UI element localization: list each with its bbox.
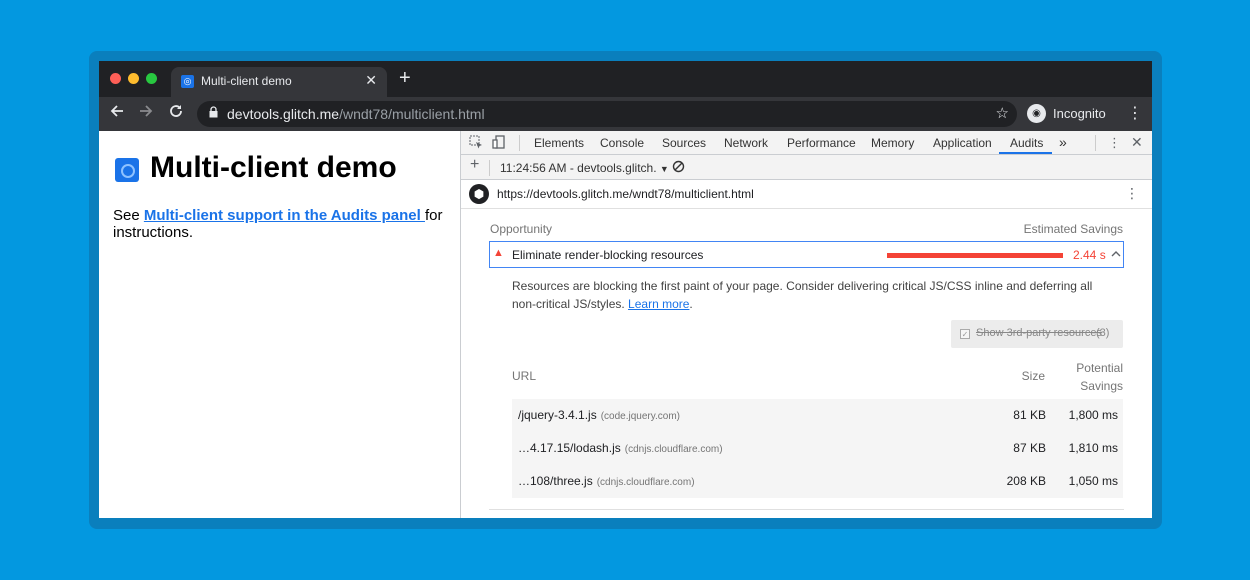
url-column-header: URL xyxy=(512,369,537,383)
browser-tab[interactable]: ◎ Multi-client demo ✕ xyxy=(171,67,387,97)
audit-summary-row[interactable]: ▲ Eliminate render-blocking resources 2.… xyxy=(489,241,1124,268)
third-party-filter[interactable]: ✓ Show 3rd-party resources (3) xyxy=(951,320,1123,348)
url-text[interactable]: devtools.glitch.me/wndt78/multiclient.ht… xyxy=(227,106,485,122)
third-party-label: Show 3rd-party resources xyxy=(976,327,1102,339)
toolbar-divider xyxy=(1095,135,1096,151)
devtools-panel: Elements Console Sources Network Perform… xyxy=(460,131,1152,518)
inspect-element-icon[interactable] xyxy=(469,135,483,152)
learn-more-link[interactable]: Learn more xyxy=(628,297,689,311)
table-row: /jquery-3.4.1.js (code.jquery.com) 81 KB … xyxy=(512,399,1123,432)
audit-description-end: . xyxy=(689,297,693,311)
instructions-prefix: See xyxy=(113,207,144,224)
opportunity-column-header: Opportunity xyxy=(490,222,553,236)
incognito-label[interactable]: Incognito xyxy=(1053,106,1106,121)
audits-help-link[interactable]: Multi-client support in the Audits panel xyxy=(144,207,425,224)
warning-triangle-icon: ▲ xyxy=(493,247,504,259)
bookmark-star-icon[interactable]: ☆ xyxy=(996,104,1009,122)
page-viewport: Multi-client demo See Multi-client suppo… xyxy=(99,131,460,518)
close-devtools-icon[interactable]: ✕ xyxy=(1131,135,1143,149)
tab-title: Multi-client demo xyxy=(201,74,292,88)
chevron-up-icon[interactable] xyxy=(1111,246,1121,260)
report-header: ⬢ https://devtools.glitch.me/wndt78/mult… xyxy=(461,180,1152,209)
table-row: …108/three.js (cdnjs.cloudflare.com) 208 … xyxy=(512,465,1123,498)
tab-memory[interactable]: Memory xyxy=(871,136,914,150)
resource-host: (cdnjs.cloudflare.com) xyxy=(596,477,695,488)
minimize-window-button[interactable] xyxy=(128,73,139,84)
potential-header-line2: Savings xyxy=(1080,379,1123,393)
device-toolbar-icon[interactable] xyxy=(492,135,506,152)
resource-url[interactable]: /jquery-3.4.1.js (code.jquery.com) xyxy=(518,408,680,422)
resource-savings: 1,810 ms xyxy=(1068,441,1118,455)
title-bar: ◎ Multi-client demo ✕ + xyxy=(99,61,1152,97)
resource-url[interactable]: …4.17.15/lodash.js (cdnjs.cloudflare.com) xyxy=(518,441,723,455)
audits-toolbar: + 11:24:56 AM - devtools.glitch. ▼ xyxy=(461,155,1152,180)
more-tabs-button[interactable]: » xyxy=(1059,134,1067,150)
third-party-count: (3) xyxy=(1096,327,1110,339)
savings-bar xyxy=(887,253,1063,258)
potential-savings-column-header: Potential Savings xyxy=(1061,359,1123,395)
report-url: https://devtools.glitch.me/wndt78/multic… xyxy=(497,187,754,201)
resource-size: 208 KB xyxy=(1006,474,1046,488)
table-row: …4.17.15/lodash.js (cdnjs.cloudflare.com)… xyxy=(512,432,1123,465)
browser-toolbar: devtools.glitch.me/wndt78/multiclient.ht… xyxy=(99,97,1152,131)
resource-host: (code.jquery.com) xyxy=(600,411,680,422)
resource-path: …4.17.15/lodash.js xyxy=(518,441,621,455)
report-selector[interactable]: 11:24:56 AM - devtools.glitch. ▼ xyxy=(500,161,669,175)
tab-sources[interactable]: Sources xyxy=(662,136,706,150)
new-audit-icon[interactable]: + xyxy=(470,157,479,173)
report-menu-icon[interactable]: ⋮ xyxy=(1125,185,1139,202)
audit-description-text: Resources are blocking the first paint o… xyxy=(512,279,1093,311)
savings-column-header: Estimated Savings xyxy=(1023,222,1123,236)
devtools-menu-icon[interactable]: ⋮ xyxy=(1108,136,1121,150)
tab-audits[interactable]: Audits xyxy=(1010,136,1043,150)
audit-title: Eliminate render-blocking resources xyxy=(512,248,704,262)
devtools-tab-bar: Elements Console Sources Network Perform… xyxy=(461,131,1152,155)
address-bar[interactable]: devtools.glitch.me/wndt78/multiclient.ht… xyxy=(197,101,1017,127)
url-host: devtools.glitch.me xyxy=(227,106,340,122)
new-tab-button[interactable]: + xyxy=(399,68,411,88)
resource-size: 87 KB xyxy=(1013,441,1046,455)
reload-icon[interactable] xyxy=(169,104,183,124)
browser-window: ◎ Multi-client demo ✕ + devtools.glitch.… xyxy=(99,61,1152,518)
audit-savings-value: 2.44 s xyxy=(1073,248,1106,262)
third-party-checkbox[interactable]: ✓ xyxy=(960,329,970,339)
browser-menu-icon[interactable]: ⋮ xyxy=(1127,103,1143,123)
close-tab-icon[interactable]: ✕ xyxy=(365,72,377,89)
clear-reports-icon[interactable] xyxy=(672,160,685,176)
resource-path: …108/three.js xyxy=(518,474,593,488)
tab-elements[interactable]: Elements xyxy=(534,136,584,150)
zoom-window-button[interactable] xyxy=(146,73,157,84)
toolbar-divider xyxy=(489,160,490,176)
resource-savings: 1,800 ms xyxy=(1068,408,1118,422)
audit-description: Resources are blocking the first paint o… xyxy=(512,277,1112,313)
tab-network[interactable]: Network xyxy=(724,136,768,150)
audit-report: Opportunity Estimated Savings ▲ Eliminat… xyxy=(461,209,1152,518)
incognito-icon[interactable]: ◉ xyxy=(1027,104,1046,123)
section-divider xyxy=(489,509,1124,510)
back-arrow-icon[interactable] xyxy=(110,104,124,124)
forward-arrow-icon[interactable] xyxy=(139,104,153,124)
size-column-header: Size xyxy=(1021,369,1045,383)
tab-performance[interactable]: Performance xyxy=(787,136,856,150)
close-window-button[interactable] xyxy=(110,73,121,84)
active-tab-indicator xyxy=(999,152,1052,154)
resource-size: 81 KB xyxy=(1013,408,1046,422)
demo-logo-icon xyxy=(115,158,139,182)
resource-savings: 1,050 ms xyxy=(1068,474,1118,488)
page-instructions: See Multi-client support in the Audits p… xyxy=(113,207,453,241)
report-selector-label: 11:24:56 AM - devtools.glitch. xyxy=(500,161,657,175)
resource-host: (cdnjs.cloudflare.com) xyxy=(624,444,723,455)
favicon-icon: ◎ xyxy=(181,75,194,88)
url-path: /wndt78/multiclient.html xyxy=(339,106,485,122)
chevron-down-icon: ▼ xyxy=(659,164,669,174)
page-title: Multi-client demo xyxy=(150,151,397,184)
lock-icon[interactable] xyxy=(209,106,218,121)
lighthouse-icon: ⬢ xyxy=(469,184,489,204)
tab-console[interactable]: Console xyxy=(600,136,644,150)
tab-application[interactable]: Application xyxy=(933,136,992,150)
toolbar-divider xyxy=(519,135,520,151)
resource-url[interactable]: …108/three.js (cdnjs.cloudflare.com) xyxy=(518,474,695,488)
potential-header-line1: Potential xyxy=(1076,361,1123,375)
resource-path: /jquery-3.4.1.js xyxy=(518,408,597,422)
